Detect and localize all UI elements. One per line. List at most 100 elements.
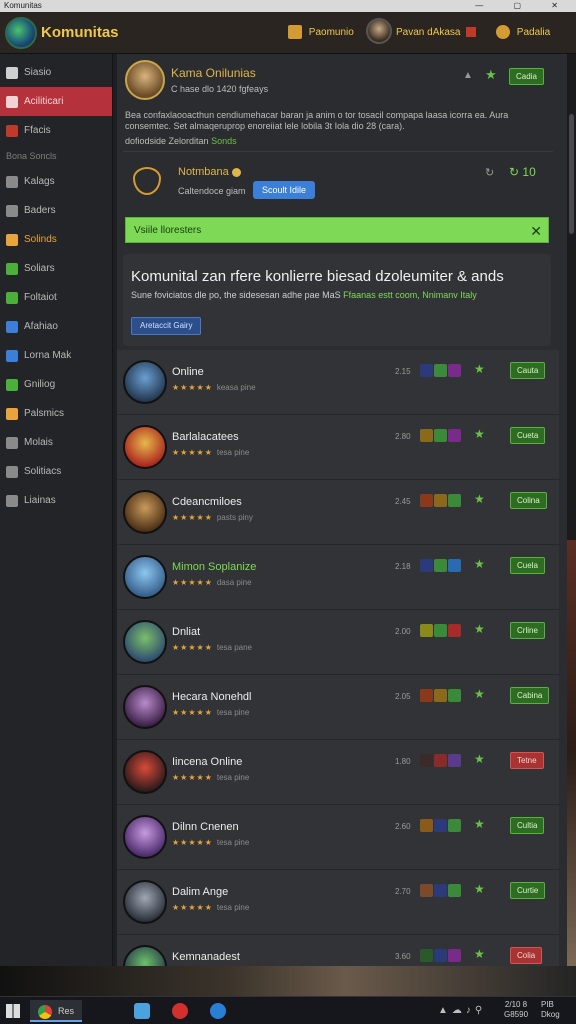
- game-row[interactable]: Hecara Nonehdl ★★★★★ tesa pine 2.05 ★ Cabina: [117, 675, 559, 740]
- star-icon[interactable]: ★: [474, 882, 485, 896]
- game-avatar[interactable]: [123, 620, 167, 664]
- game-action-button[interactable]: Tetne: [510, 752, 544, 769]
- sidebar-item-7[interactable]: Foltaiot: [0, 283, 112, 312]
- windows-start-icon[interactable]: [6, 1004, 20, 1018]
- profile-avatar[interactable]: [125, 60, 165, 100]
- game-row[interactable]: Iincena Online ★★★★★ tesa pine 1.80 ★ Tetne: [117, 740, 559, 805]
- header-button-1[interactable]: Paomunio: [288, 21, 354, 45]
- sidebar-item-8[interactable]: Afahiao: [0, 312, 112, 341]
- header-button-3[interactable]: Padalia: [496, 21, 550, 45]
- clock[interactable]: 2/10 8 G8590: [504, 1000, 528, 1020]
- game-avatar[interactable]: [123, 945, 167, 966]
- game-row[interactable]: Dilnn Cnenen ★★★★★ tesa pine 2.60 ★ Cultia: [117, 805, 559, 870]
- sidebar-item-2[interactable]: Ffacis: [0, 116, 112, 145]
- refresh-icon[interactable]: ↻: [485, 166, 494, 179]
- game-badges: [420, 559, 462, 573]
- sidebar-item-0[interactable]: Siasio: [0, 58, 112, 87]
- star-icon[interactable]: ★: [474, 687, 485, 701]
- sidebar-item-11[interactable]: Palsmics: [0, 399, 112, 428]
- profile-action-button[interactable]: Cadia: [509, 68, 544, 85]
- edge-icon[interactable]: [210, 1003, 226, 1019]
- tag-icon: [6, 176, 18, 188]
- game-row[interactable]: Mimon Soplanize ★★★★★ dasa pine 2.18 ★ Cuela: [117, 545, 559, 610]
- game-row[interactable]: Dnliat ★★★★★ tesa pane 2.00 ★ Crline: [117, 610, 559, 675]
- sidebar-item-label: Soliars: [24, 263, 55, 274]
- game-avatar[interactable]: [123, 425, 167, 469]
- promo-subtitle-link[interactable]: Ffaanas estt coom, Nnimanv Italy: [343, 290, 477, 300]
- star-icon[interactable]: ★: [474, 557, 485, 571]
- profile-note-link[interactable]: Sonds: [211, 136, 237, 146]
- game-name[interactable]: Kemnanadest: [172, 951, 240, 963]
- game-row[interactable]: Barlalacatees ★★★★★ tesa pine 2.80 ★ Cueta: [117, 415, 559, 480]
- star-icon[interactable]: ★: [474, 947, 485, 961]
- sidebar-item-5[interactable]: Solinds: [0, 225, 112, 254]
- badge-icon: [434, 494, 447, 507]
- game-row[interactable]: Cdeancmiloes ★★★★★ pasts piny 2.45 ★ Colina: [117, 480, 559, 545]
- sidebar-item-10[interactable]: Gniliog: [0, 370, 112, 399]
- game-action-button[interactable]: Crline: [510, 622, 545, 639]
- badge-icon: [420, 364, 433, 377]
- sidebar-item-label: Afahiao: [24, 321, 58, 332]
- close-icon[interactable]: ✕: [530, 218, 542, 244]
- game-row[interactable]: Kemnanadest★★★★★tesa pine3.60★Colia: [117, 935, 559, 966]
- game-action-button[interactable]: Colina: [510, 492, 547, 509]
- os-window-title: Komunitas: [4, 1, 42, 10]
- sidebar: Siasio Aciliticari Ffacis Bona Soncls Ka…: [0, 54, 113, 966]
- game-avatar[interactable]: [123, 880, 167, 924]
- star-icon[interactable]: ★: [474, 362, 485, 376]
- game-action-button[interactable]: Cueta: [510, 427, 546, 444]
- game-avatar[interactable]: [123, 685, 167, 729]
- game-avatar[interactable]: [123, 555, 167, 599]
- scrollbar-thumb[interactable]: [569, 114, 574, 234]
- game-name[interactable]: Hecara Nonehdl: [172, 691, 252, 703]
- taskbar-app-chrome[interactable]: Res: [30, 1000, 83, 1022]
- game-name[interactable]: Dnliat: [172, 626, 200, 638]
- window-controls[interactable]: — ▢ ✕: [475, 0, 572, 12]
- promo-button[interactable]: Aretaccit Gairy: [131, 317, 202, 335]
- game-avatar[interactable]: [123, 750, 167, 794]
- system-tray[interactable]: ▲☁♪⚲: [438, 1005, 486, 1016]
- rating-stars: ★★★★★: [172, 383, 213, 392]
- sidebar-item-13[interactable]: Solitiacs: [0, 457, 112, 486]
- chevron-up-icon[interactable]: ▲: [463, 70, 473, 81]
- user-avatar[interactable]: [366, 18, 392, 44]
- game-rating-label: dasa pine: [216, 578, 252, 587]
- game-row[interactable]: Dalim Ange ★★★★★ tesa pine 2.70 ★ Curtie: [117, 870, 559, 935]
- sidebar-item-12[interactable]: Molais: [0, 428, 112, 457]
- star-icon[interactable]: ★: [474, 622, 485, 636]
- game-name[interactable]: Cdeancmiloes: [172, 496, 242, 508]
- game-name[interactable]: Iincena Online: [172, 756, 242, 768]
- game-avatar[interactable]: [123, 360, 167, 404]
- game-avatar[interactable]: [123, 815, 167, 859]
- game-name[interactable]: Mimon Soplanize: [172, 561, 256, 573]
- game-row[interactable]: Online ★★★★★ keasa pine 2.15 ★ Cauta: [117, 350, 559, 415]
- sidebar-item-4[interactable]: Baders: [0, 196, 112, 225]
- game-action-button[interactable]: Curtie: [510, 882, 546, 899]
- game-name[interactable]: Dilnn Cnenen: [172, 821, 239, 833]
- notification-button[interactable]: Scoult Idile: [253, 181, 316, 199]
- game-name[interactable]: Dalim Ange: [172, 886, 228, 898]
- sidebar-item-1[interactable]: Aciliticari: [0, 87, 112, 116]
- game-action-button[interactable]: Colia: [510, 947, 543, 964]
- star-icon[interactable]: ★: [474, 752, 485, 766]
- sidebar-item-9[interactable]: Lorna Mak: [0, 341, 112, 370]
- game-action-button[interactable]: Cauta: [510, 362, 546, 379]
- opera-icon[interactable]: [172, 1003, 188, 1019]
- sidebar-item-14[interactable]: Liainas: [0, 486, 112, 515]
- star-icon[interactable]: ★: [474, 817, 485, 831]
- sidebar-item-6[interactable]: Soliars: [0, 254, 112, 283]
- game-action-button[interactable]: Cabina: [510, 687, 550, 704]
- game-name[interactable]: Barlalacatees: [172, 431, 239, 443]
- game-action-button[interactable]: Cuela: [510, 557, 545, 574]
- inbox-icon: [6, 96, 18, 108]
- language-indicator[interactable]: PIB Dkog: [541, 1000, 560, 1020]
- game-name[interactable]: Online: [172, 366, 204, 378]
- star-icon[interactable]: ★: [474, 427, 485, 441]
- header-button-2[interactable]: Pavan dAkasa: [396, 21, 477, 45]
- photos-icon[interactable]: [134, 1003, 150, 1019]
- game-action-button[interactable]: Cultia: [510, 817, 545, 834]
- sidebar-item-3[interactable]: Kalags: [0, 167, 112, 196]
- game-avatar[interactable]: [123, 490, 167, 534]
- star-icon[interactable]: ★: [485, 67, 497, 83]
- star-icon[interactable]: ★: [474, 492, 485, 506]
